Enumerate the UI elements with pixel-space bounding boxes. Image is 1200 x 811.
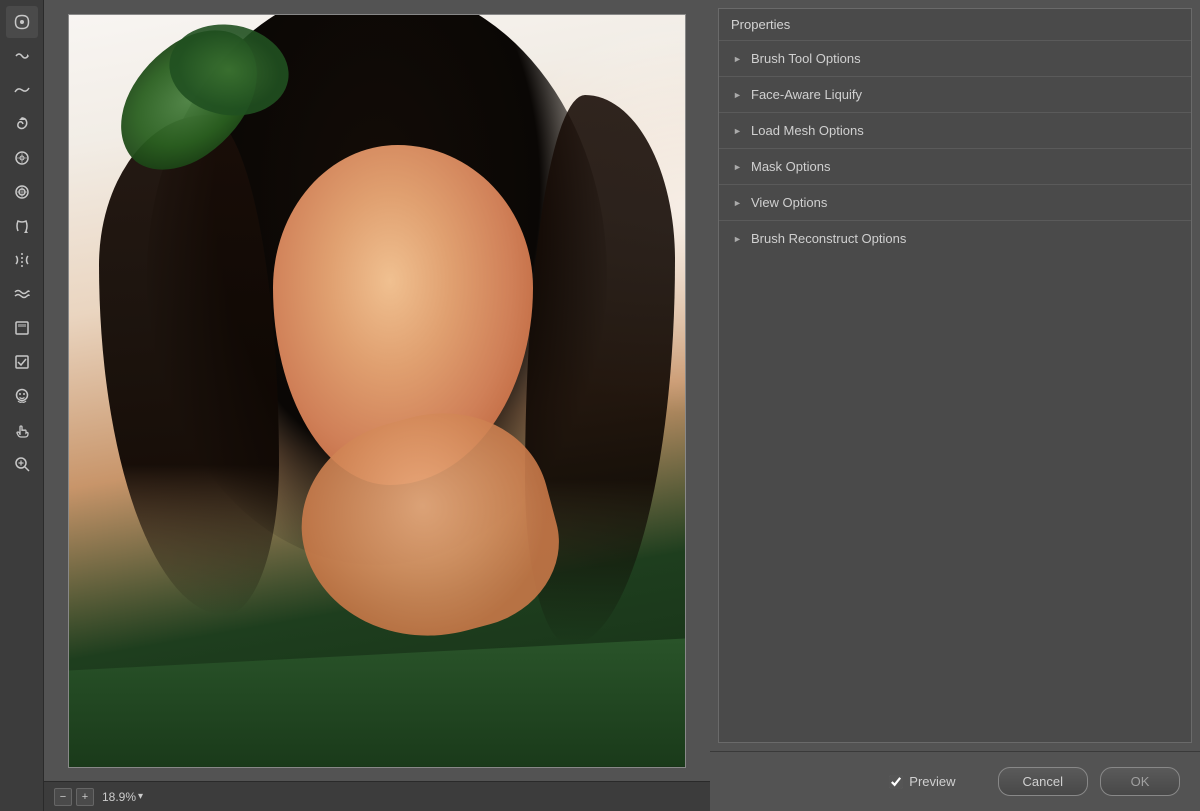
zoom-controls: − + [54,788,94,806]
tool-zoom[interactable] [6,448,38,480]
preview-checkbox-label[interactable]: Preview [889,774,955,789]
tool-pucker[interactable] [6,142,38,174]
preview-checkbox[interactable] [889,775,903,789]
tool-mirror[interactable] [6,244,38,276]
tool-face[interactable] [6,380,38,412]
properties-header: Properties [719,9,1191,41]
section-arrow-face-aware: ► [733,90,743,100]
section-arrow-load-mesh: ► [733,126,743,136]
section-face-aware[interactable]: ► Face-Aware Liquify [719,77,1191,113]
zoom-dropdown-arrow[interactable]: ▾ [138,791,143,802]
tool-freeze-mask[interactable] [6,312,38,344]
section-label-load-mesh: Load Mesh Options [751,123,1177,138]
section-label-brush-tool: Brush Tool Options [751,51,1177,66]
section-arrow-brush-reconstruct: ► [733,234,743,244]
zoom-plus-button[interactable]: + [76,788,94,806]
section-arrow-view-options: ► [733,198,743,208]
zoom-minus-button[interactable]: − [54,788,72,806]
tool-smooth[interactable] [6,74,38,106]
section-arrow-mask-options: ► [733,162,743,172]
canvas-area: − + 18.9% ▾ [44,0,710,811]
tool-warp[interactable] [6,6,38,38]
section-load-mesh[interactable]: ► Load Mesh Options [719,113,1191,149]
section-brush-reconstruct[interactable]: ► Brush Reconstruct Options [719,221,1191,256]
left-toolbar [0,0,44,811]
tool-bloat[interactable] [6,176,38,208]
zoom-text: 18.9% [102,790,136,804]
cancel-button[interactable]: Cancel [998,767,1088,796]
bottom-bar: Preview Cancel OK [710,751,1200,811]
properties-panel: Properties ► Brush Tool Options ► Face-A… [718,8,1192,743]
section-view-options[interactable]: ► View Options [719,185,1191,221]
preview-label: Preview [909,774,955,789]
status-bar: − + 18.9% ▾ [44,781,710,811]
section-label-mask-options: Mask Options [751,159,1177,174]
tool-twirl[interactable] [6,108,38,140]
tool-turbulence[interactable] [6,278,38,310]
tool-push-left[interactable] [6,210,38,242]
section-brush-tool[interactable]: ► Brush Tool Options [719,41,1191,77]
section-mask-options[interactable]: ► Mask Options [719,149,1191,185]
tool-reconstruct[interactable] [6,40,38,72]
zoom-value-display[interactable]: 18.9% ▾ [102,790,143,804]
section-label-view-options: View Options [751,195,1177,210]
section-arrow-brush-tool: ► [733,54,743,64]
canvas-image[interactable] [68,14,686,768]
right-panel: Properties ► Brush Tool Options ► Face-A… [710,0,1200,811]
tool-hand[interactable] [6,414,38,446]
tool-thaw-mask[interactable] [6,346,38,378]
canvas-viewport[interactable] [44,0,710,781]
ok-button[interactable]: OK [1100,767,1180,796]
section-label-face-aware: Face-Aware Liquify [751,87,1177,102]
section-label-brush-reconstruct: Brush Reconstruct Options [751,231,1177,246]
